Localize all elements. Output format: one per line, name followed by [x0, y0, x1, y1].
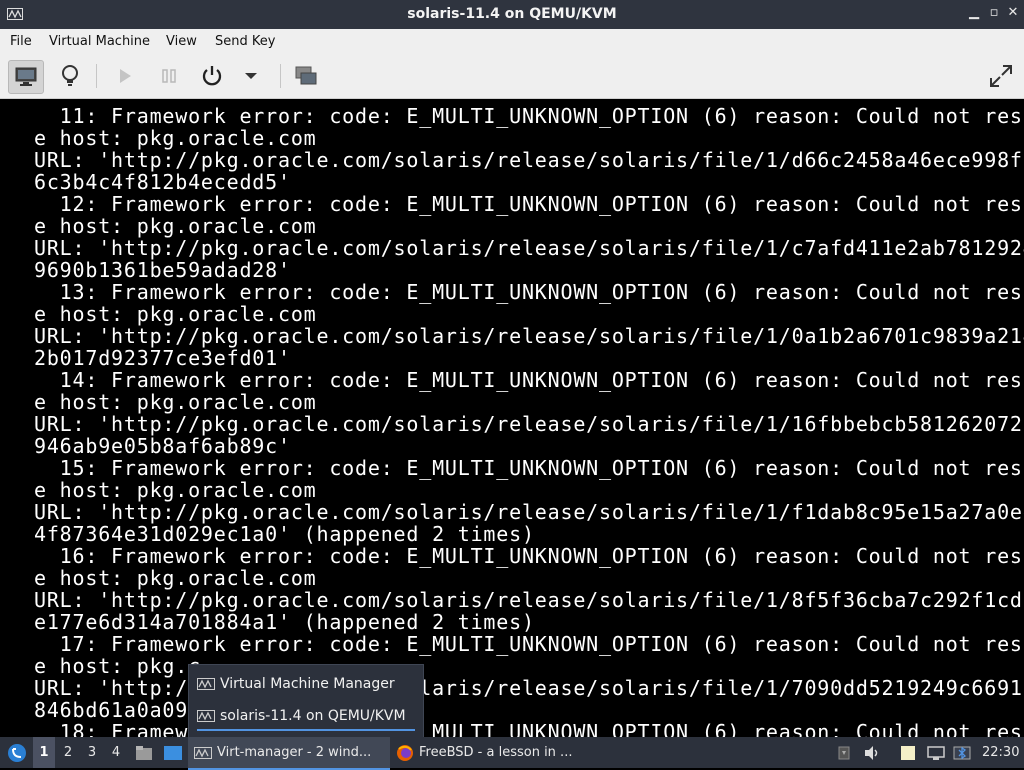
speaker-icon [865, 745, 878, 760]
virt-manager-icon [197, 678, 215, 690]
popup-item-virtual-machine-manager[interactable]: Virtual Machine Manager [197, 671, 415, 697]
popup-item-label: solaris-11.4 on QEMU/KVM [220, 708, 406, 724]
task-label: Virt-manager - 2 wind... [217, 745, 372, 760]
console-line: 6c3b4c4f812b4ecedd5' [34, 170, 291, 194]
shutdown-menu-button[interactable] [234, 60, 268, 92]
console-line: e host: pkg.oracle.com [34, 390, 317, 414]
window-list-popup: Virtual Machine Manager solaris-11.4 on … [188, 664, 424, 738]
console-line: 15: Framework error: code: E_MULTI_UNKNO… [34, 456, 1024, 480]
run-button[interactable] [108, 60, 142, 92]
console-line: e host: pkg.oracle.com [34, 566, 317, 590]
menu-view[interactable]: View [166, 34, 197, 49]
console-line: 946ab9e05b8af6ab89c' [34, 434, 291, 458]
bluetooth-icon [953, 746, 971, 759]
snapshot-button[interactable] [289, 60, 323, 92]
console-line: URL: 'http://pkg.oracle.com/solaris/rele… [34, 500, 1024, 524]
console-line: URL: 'http://pkg.oracle.com/solaris/rele… [34, 324, 1024, 348]
toolbar [0, 54, 1024, 99]
menu-virtual-machine[interactable]: Virtual Machine [49, 34, 150, 49]
task-label: FreeBSD - a lesson in ... [419, 745, 573, 760]
file-manager-icon [136, 745, 152, 760]
screenshot-icon [295, 66, 317, 85]
tray-notes-icon[interactable] [835, 737, 853, 768]
console-line: 14: Framework error: code: E_MULTI_UNKNO… [34, 368, 1024, 392]
console-line: 4f87364e31d029ec1a0' (happened 2 times) [34, 522, 535, 546]
workspace-1[interactable]: 1 [33, 737, 55, 768]
window-title: solaris-11.4 on QEMU/KVM [407, 6, 617, 22]
details-view-button[interactable] [53, 60, 87, 92]
workspace-2[interactable]: 2 [57, 737, 79, 768]
bluetooth-tray-icon[interactable] [953, 737, 971, 768]
console-line: URL: 'http://pkg.oracle.com/solaris/rele… [34, 236, 1024, 260]
desktop-icon [164, 745, 182, 760]
console-line: URL: 'http://pkg.oracle.com/solaris/rele… [34, 588, 1024, 612]
console-line: 18: Framework error: code: E_MULTI_UNKNO… [34, 720, 1024, 737]
console-line: 846bd61a0a092 [34, 698, 201, 722]
workspace-3[interactable]: 3 [81, 737, 103, 768]
console-line: 17: Framework error: code: E_MULTI_UNKNO… [34, 632, 1024, 656]
file-manager-launcher[interactable] [134, 737, 154, 768]
minimize-icon[interactable]: ▁ [967, 6, 981, 20]
console-line: URL: 'http://pkg.oracle.com/solaris/rele… [34, 412, 1024, 436]
sticky-note-icon [901, 745, 915, 760]
monitor-icon [15, 67, 37, 86]
vm-console[interactable]: 11: Framework error: code: E_MULTI_UNKNO… [0, 99, 1024, 737]
network-wired-icon [927, 745, 945, 760]
console-line: 9690b1361be59adad28' [34, 258, 291, 282]
console-line: 13: Framework error: code: E_MULTI_UNKNO… [34, 280, 1024, 304]
console-line: e host: pkg.oracle.com [34, 302, 317, 326]
console-line: e host: pkg.c [34, 654, 201, 678]
clipboard-icon [838, 746, 850, 759]
dropdown-arrow-icon [245, 73, 257, 79]
fullscreen-button[interactable] [984, 60, 1018, 92]
menu-send-key[interactable]: Send Key [215, 34, 275, 49]
popup-item-label: Virtual Machine Manager [220, 676, 395, 692]
fullscreen-icon [990, 65, 1012, 87]
console-view-button[interactable] [8, 60, 44, 94]
lightbulb-icon [62, 65, 78, 86]
toolbar-separator [96, 64, 97, 88]
maximize-icon[interactable]: ▫ [987, 6, 1001, 20]
notes-tray-icon[interactable] [899, 737, 917, 768]
popup-item-solaris-console[interactable]: solaris-11.4 on QEMU/KVM [197, 703, 415, 731]
start-menu-button[interactable] [4, 737, 30, 768]
firefox-icon [397, 744, 413, 761]
console-line: 12: Framework error: code: E_MULTI_UNKNO… [34, 192, 1024, 216]
toolbar-separator [280, 64, 281, 88]
virt-manager-icon [194, 746, 212, 759]
volume-icon[interactable] [863, 737, 881, 768]
clock[interactable]: 22:30 [982, 737, 1019, 768]
menu-bar: File Virtual Machine View Send Key [0, 29, 1024, 54]
play-icon [120, 69, 131, 83]
close-icon[interactable]: ✕ [1006, 6, 1020, 20]
menu-file[interactable]: File [10, 34, 32, 49]
console-line: 11: Framework error: code: E_MULTI_UNKNO… [34, 104, 1024, 128]
show-desktop-button[interactable] [162, 737, 184, 768]
pause-icon [162, 69, 176, 83]
console-line: e host: pkg.oracle.com [34, 214, 317, 238]
console-line: e host: pkg.oracle.com [34, 126, 317, 150]
task-firefox[interactable]: FreeBSD - a lesson in ... [390, 737, 592, 768]
task-virt-manager[interactable]: Virt-manager - 2 wind... [188, 737, 390, 770]
console-line: URL: 'http://pkg.oracle.com/solaris/rele… [34, 148, 1024, 172]
virt-manager-icon [197, 710, 215, 722]
console-line: e177e6d314a701884a1' (happened 2 times) [34, 610, 535, 634]
taskbar: 1 2 3 4 Virt-manager - 2 wind... FreeBSD… [0, 737, 1024, 770]
console-line: e host: pkg.oracle.com [34, 478, 317, 502]
workspace-4[interactable]: 4 [105, 737, 127, 768]
app-menu-icon [8, 743, 26, 762]
console-line: 2b017d92377ce3efd01' [34, 346, 291, 370]
console-line: URL: 'http://pkg.oracle.com/solaris/rele… [34, 676, 1024, 700]
console-line: 16: Framework error: code: E_MULTI_UNKNO… [34, 544, 1024, 568]
shutdown-button[interactable] [195, 60, 229, 92]
window-titlebar: solaris-11.4 on QEMU/KVM ▁ ▫ ✕ [0, 0, 1024, 29]
network-icon[interactable] [927, 737, 945, 768]
pause-button[interactable] [152, 60, 186, 92]
power-icon [202, 66, 222, 86]
